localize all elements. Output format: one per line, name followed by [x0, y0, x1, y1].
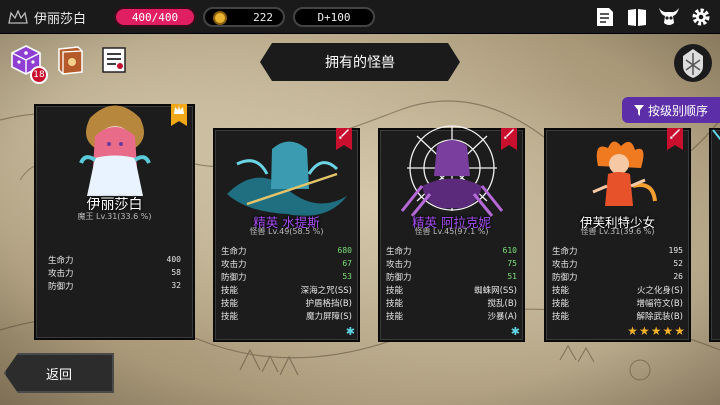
stat-atk: 攻击力 58: [48, 268, 181, 279]
star-icon: ★: [662, 324, 674, 338]
back-button[interactable]: 返回: [4, 353, 114, 393]
scroll-button[interactable]: [98, 44, 130, 76]
monster-card-elite-2[interactable]: 精英 水提斯 怪兽 Lv.49(58.5 %) 生命力 680 攻击力 67 防御力…: [213, 128, 360, 342]
player-name: 伊丽莎白: [34, 11, 87, 27]
top-menu: [592, 4, 714, 30]
skill-1: 技能 蜘蛛网(SS): [386, 285, 517, 296]
stat-hp: 生命力 610: [386, 246, 517, 257]
stat-def: 防御力 26: [552, 272, 683, 283]
stats-block: 生命力 400 攻击力 58 防御力 32: [48, 253, 181, 292]
stat-def: 防御力 51: [386, 272, 517, 283]
star-icon: ★: [674, 324, 685, 338]
skill-1: 技能 火之化身(S): [552, 285, 683, 296]
stat-atk: 攻击力 52: [552, 259, 683, 270]
book-button[interactable]: [624, 4, 650, 30]
quest-button[interactable]: [592, 4, 618, 30]
skill-2: 技能 护盾格挡(B): [221, 298, 352, 309]
star-rating: ★ ★ ★ ★ ★: [627, 324, 685, 338]
coin-icon: [213, 11, 227, 25]
star-icon: ★: [650, 324, 662, 338]
spider-queen-portrait: [400, 125, 503, 217]
notification-badge: 18: [30, 66, 48, 84]
sort-label: 按级别顺序: [647, 103, 708, 118]
hp-counter: 400/400: [114, 7, 196, 27]
stats-block: 生命力 195 攻击力 52 防御力 26 技能 火之化身(S) 技能 增幅符文(B) 技…: [552, 244, 683, 322]
page-title: 拥有的怪兽: [260, 43, 460, 81]
element-icon: ✱: [510, 325, 520, 338]
monster-level: 怪兽 Lv.31(39.6 %): [580, 227, 655, 236]
crown-icon: [8, 10, 28, 24]
skill-2: 技能 搅乱(B): [386, 298, 517, 309]
monster-level: 怪兽 Lv.49(58.5 %): [249, 227, 324, 236]
monster-level: 怪兽 Lv.45(97.1 %): [414, 227, 489, 236]
guild-emblem-button[interactable]: [672, 42, 714, 84]
back-label: 返回: [45, 367, 72, 383]
stat-def: 防御力 53: [221, 272, 352, 283]
player-info: 伊丽莎白: [8, 6, 86, 28]
stats-block: 生命力 680 攻击力 67 防御力 53 技能 深海之咒(SS) 技能 护盾格挡(B) …: [221, 244, 352, 322]
monster-card-elite-3[interactable]: 精英 阿拉克妮 怪兽 Lv.45(97.1 %) 生命力 610 攻击力 75 防御…: [378, 125, 525, 342]
stat-hp: 生命力 400: [48, 255, 181, 266]
sword-icon: [712, 129, 720, 141]
day-counter: D+100: [293, 7, 375, 27]
star-icon: ★: [627, 324, 638, 338]
stats-block: 生命力 610 攻击力 75 防御力 51 技能 蜘蛛网(SS) 技能 搅乱(B) 技能沙…: [386, 244, 517, 322]
top-bar: 伊丽莎白 400/400 222 D+100: [0, 0, 720, 34]
skill-3: 技能 沙暴(A): [386, 311, 517, 322]
settings-button[interactable]: [688, 4, 714, 30]
horned-skull-icon: [659, 8, 679, 25]
monster-card-ifrit-girl[interactable]: 伊芙利特少女 怪兽 Lv.31(39.6 %) 生命力 195 攻击力 52 防御力…: [544, 128, 691, 342]
book-icon: [628, 9, 646, 26]
gold-value: 222: [253, 10, 273, 24]
spellbook-button[interactable]: [54, 44, 86, 76]
skill-2: 技能 增幅符文(B): [552, 298, 683, 309]
elizabeth-portrait: [78, 105, 151, 196]
skill-3: 技能 解除武装(B): [552, 311, 683, 322]
gear-icon: [692, 8, 710, 26]
stat-hp: 生命力 680: [221, 246, 352, 257]
stat-atk: 攻击力 75: [386, 259, 517, 270]
monster-level: 魔王 Lv.31(33.6 %): [77, 212, 152, 221]
stat-atk: 攻击力 67: [221, 259, 352, 270]
monster-card-partial[interactable]: [709, 128, 720, 342]
monster-card-elizabeth[interactable]: 伊丽莎白 魔王 Lv.31(33.6 %) 生命力 400 攻击力 58 防御力 32: [34, 104, 195, 340]
crown-icon: [174, 105, 184, 114]
skill-3: 技能 魔力屏障(S): [221, 311, 352, 322]
monster-button[interactable]: [656, 4, 682, 30]
sort-by-level-button[interactable]: 按级别顺序: [622, 97, 720, 123]
stat-def: 防御力 32: [48, 281, 181, 292]
gold-counter: 222: [203, 7, 285, 27]
filter-icon: [633, 104, 644, 116]
skill-1: 技能 深海之咒(SS): [221, 285, 352, 296]
sea-witch-portrait: [226, 141, 347, 216]
ifrit-girl-portrait: [591, 141, 657, 206]
stat-hp: 生命力 195: [552, 246, 683, 257]
document-icon: [597, 8, 613, 26]
element-icon: ✱: [345, 325, 355, 338]
star-icon: ★: [638, 324, 650, 338]
